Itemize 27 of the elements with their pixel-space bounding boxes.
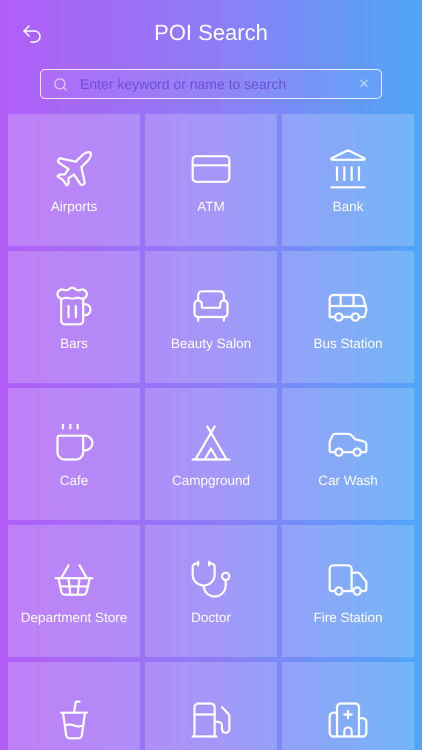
category-tile[interactable]: Airports	[8, 114, 140, 246]
category-tile[interactable]: Beauty Salon	[145, 251, 277, 383]
category-label: Airports	[50, 199, 98, 214]
category-tile[interactable]: Bank	[282, 114, 414, 246]
page-title: POI Search	[154, 20, 268, 46]
category-tile[interactable]: Doctor	[145, 525, 277, 657]
category-tile[interactable]: ATM	[145, 114, 277, 246]
category-label: Campground	[172, 473, 250, 488]
category-label: Beauty Salon	[170, 336, 252, 351]
category-label: Bus Station	[313, 336, 383, 351]
category-tile[interactable]: Fire Station	[282, 525, 414, 657]
clear-icon[interactable]: ×	[359, 74, 369, 94]
category-label: Bank	[332, 199, 364, 214]
category-tile[interactable]: Campground	[145, 388, 277, 520]
category-label: Cafe	[60, 473, 88, 488]
category-label: Fire Station	[313, 610, 383, 625]
category-label: Car Wash	[318, 473, 378, 488]
category-label: ATM	[197, 199, 225, 214]
category-tile[interactable]: Cafe	[8, 388, 140, 520]
category-label: Department Store	[20, 610, 128, 625]
search-icon	[53, 76, 68, 92]
category-tile[interactable]: Department Store	[8, 525, 140, 657]
category-label: Bars	[60, 336, 88, 351]
category-tile[interactable]: Bars	[8, 251, 140, 383]
category-tile[interactable]: Car Wash	[282, 388, 414, 520]
category-label: Doctor	[191, 610, 231, 625]
category-tile[interactable]: Bus Station	[282, 251, 414, 383]
